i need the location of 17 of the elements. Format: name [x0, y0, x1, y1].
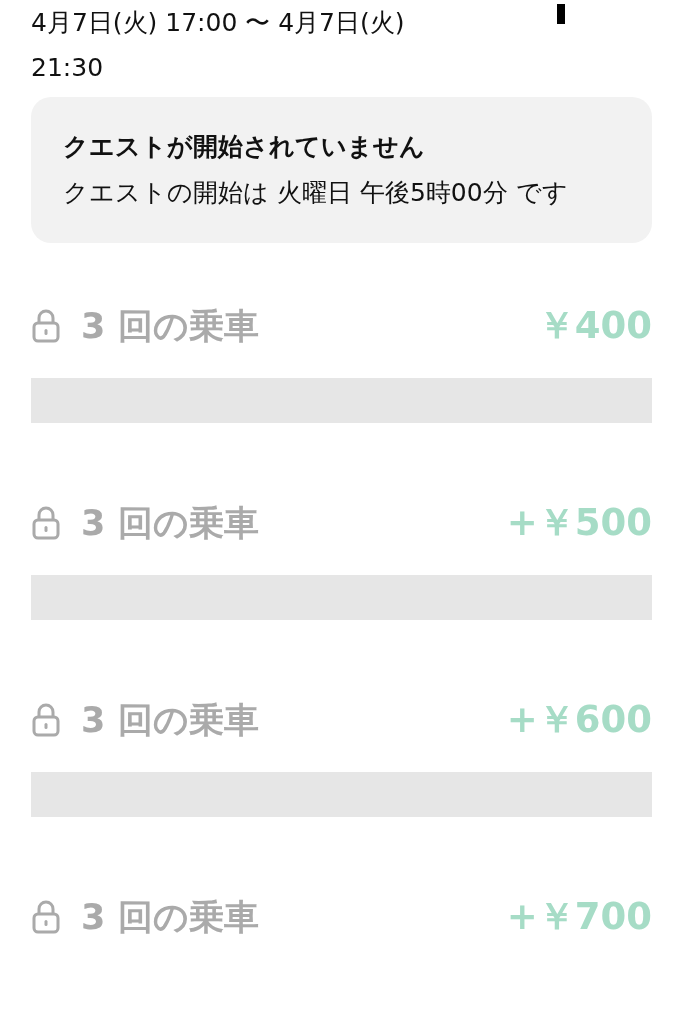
- lock-icon: [31, 702, 61, 738]
- period-start: 4月7日(火) 17:00 〜 4月7日(火): [31, 7, 405, 39]
- step-label: 3 回の乗車: [81, 304, 260, 348]
- step-reward: ￥400: [537, 303, 652, 349]
- step-label: 3 回の乗車: [81, 501, 260, 545]
- step-reward: +￥500: [506, 500, 652, 546]
- step-label: 3 回の乗車: [81, 698, 260, 742]
- notice-title: クエストが開始されていません: [63, 131, 426, 163]
- step-reward: +￥700: [506, 894, 652, 940]
- lock-icon: [31, 505, 61, 541]
- cursor-mark: [557, 4, 565, 24]
- step-reward: +￥600: [506, 697, 652, 743]
- notice-message: クエストの開始は 火曜日 午後5時00分 です: [63, 177, 569, 209]
- lock-icon: [31, 308, 61, 344]
- step-label: 3 回の乗車: [81, 895, 260, 939]
- lock-icon: [31, 899, 61, 935]
- period-end: 21:30: [31, 52, 104, 84]
